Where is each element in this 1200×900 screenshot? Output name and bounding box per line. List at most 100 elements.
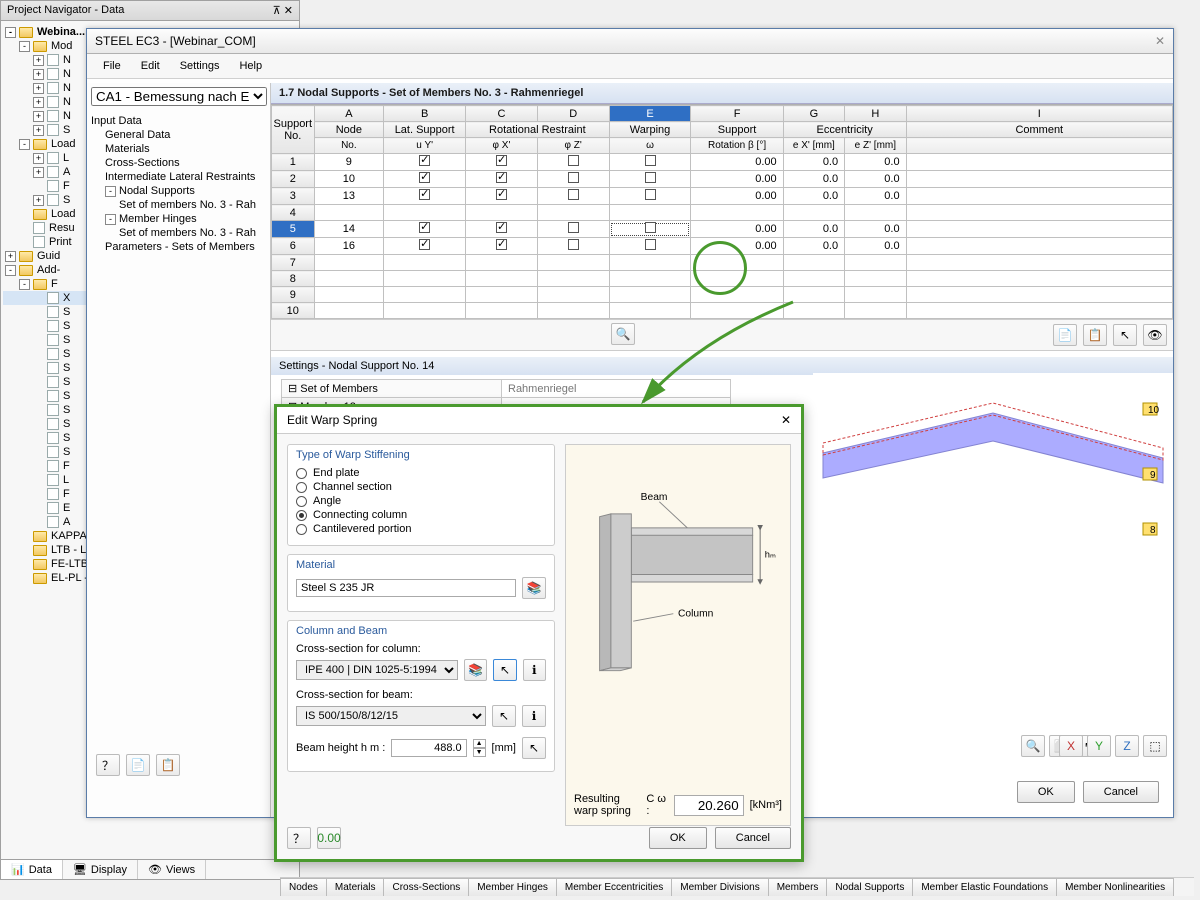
tab-data[interactable]: 📊 Data bbox=[1, 860, 63, 879]
tab-views[interactable]: 👁 Views bbox=[138, 860, 206, 879]
nodal-supports-grid[interactable]: SupportNo.ABCDEFGHINodeLat. SupportRotat… bbox=[271, 104, 1173, 319]
expand-icon[interactable]: - bbox=[105, 214, 116, 225]
checkbox[interactable] bbox=[496, 172, 507, 183]
tab-member-nonlinearities[interactable]: Member Nonlinearities bbox=[1056, 878, 1174, 896]
help-icon[interactable]: ？ bbox=[287, 827, 311, 849]
expand-icon[interactable]: - bbox=[19, 279, 30, 290]
view-z-icon[interactable]: Z bbox=[1115, 735, 1139, 757]
table-row[interactable]: 6160.000.00.0 bbox=[272, 238, 1173, 255]
table-row[interactable]: 4 bbox=[272, 205, 1173, 221]
close-icon[interactable]: ✕ bbox=[1155, 34, 1165, 48]
view-x-icon[interactable]: X bbox=[1059, 735, 1083, 757]
expand-icon[interactable]: + bbox=[33, 153, 44, 164]
tab-member-elastic-foundations[interactable]: Member Elastic Foundations bbox=[912, 878, 1057, 896]
menu-file[interactable]: File bbox=[95, 58, 129, 74]
expand-icon[interactable]: - bbox=[5, 265, 16, 276]
tab-member-eccentricities[interactable]: Member Eccentricities bbox=[556, 878, 672, 896]
radio-cantilevered-portion[interactable]: Cantilevered portion bbox=[296, 523, 546, 535]
tree-item[interactable]: Intermediate Lateral Restraints bbox=[89, 170, 268, 184]
expand-icon[interactable]: - bbox=[19, 139, 30, 150]
tree-item[interactable]: -Nodal Supports bbox=[89, 184, 268, 198]
pick-icon[interactable]: ↖ bbox=[493, 659, 516, 681]
table-row[interactable]: 8 bbox=[272, 271, 1173, 287]
input-data-tree[interactable]: Input DataGeneral DataMaterialsCross-Sec… bbox=[87, 110, 270, 258]
expand-icon[interactable]: + bbox=[33, 167, 44, 178]
radio-end-plate[interactable]: End plate bbox=[296, 467, 546, 479]
tab-member-divisions[interactable]: Member Divisions bbox=[671, 878, 768, 896]
checkbox[interactable] bbox=[645, 189, 656, 200]
beam-section-select[interactable]: IS 500/150/8/12/15 bbox=[296, 706, 486, 726]
menu-settings[interactable]: Settings bbox=[172, 58, 228, 74]
cancel-button[interactable]: Cancel bbox=[715, 827, 791, 849]
expand-icon[interactable]: + bbox=[33, 111, 44, 122]
pick-icon[interactable]: ↖ bbox=[492, 705, 516, 727]
spin-up-icon[interactable]: ▲ bbox=[473, 739, 486, 748]
checkbox[interactable] bbox=[645, 155, 656, 166]
tab-nodal-supports[interactable]: Nodal Supports bbox=[826, 878, 913, 896]
tree-item[interactable]: Parameters - Sets of Members bbox=[89, 240, 268, 254]
checkbox[interactable] bbox=[419, 155, 430, 166]
library-icon[interactable]: 📚 bbox=[464, 659, 487, 681]
expand-icon[interactable]: + bbox=[5, 251, 16, 262]
preview-3d[interactable]: 10 9 8 bbox=[813, 373, 1173, 763]
tb-icon[interactable]: 📋 bbox=[156, 754, 180, 776]
tree-item[interactable]: Materials bbox=[89, 142, 268, 156]
expand-icon[interactable]: + bbox=[33, 69, 44, 80]
checkbox[interactable] bbox=[645, 172, 656, 183]
expand-icon[interactable]: - bbox=[5, 27, 16, 38]
edit-details-button[interactable]: 🔍 bbox=[611, 323, 635, 345]
tb-icon[interactable]: 📄 bbox=[126, 754, 150, 776]
close-icon[interactable]: ✕ bbox=[781, 413, 791, 427]
tree-item[interactable]: Input Data bbox=[89, 114, 268, 128]
tab-member-hinges[interactable]: Member Hinges bbox=[468, 878, 557, 896]
close-icon[interactable]: ✕ bbox=[284, 5, 293, 17]
checkbox[interactable] bbox=[645, 222, 656, 233]
view-3d-icon[interactable]: ⬚ bbox=[1143, 735, 1167, 757]
radio-angle[interactable]: Angle bbox=[296, 495, 546, 507]
pick-icon[interactable]: ↖ bbox=[522, 737, 546, 759]
table-row[interactable]: 9 bbox=[272, 287, 1173, 303]
checkbox[interactable] bbox=[419, 222, 430, 233]
checkbox[interactable] bbox=[496, 189, 507, 200]
expand-icon[interactable]: + bbox=[33, 195, 44, 206]
checkbox[interactable] bbox=[568, 155, 579, 166]
info-icon[interactable]: ℹ bbox=[522, 705, 546, 727]
table-row[interactable]: 3130.000.00.0 bbox=[272, 188, 1173, 205]
view-y-icon[interactable]: Y bbox=[1087, 735, 1111, 757]
table-row[interactable]: 190.000.00.0 bbox=[272, 154, 1173, 171]
help-icon[interactable]: ？ bbox=[96, 754, 120, 776]
checkbox[interactable] bbox=[568, 172, 579, 183]
expand-icon[interactable]: - bbox=[19, 41, 30, 52]
units-icon[interactable]: 0.00 bbox=[317, 827, 341, 849]
checkbox[interactable] bbox=[568, 222, 579, 233]
column-section-select[interactable]: IPE 400 | DIN 1025-5:1994 bbox=[296, 660, 458, 680]
checkbox[interactable] bbox=[496, 155, 507, 166]
pick-icon[interactable]: ↖ bbox=[1113, 324, 1137, 346]
expand-icon[interactable]: + bbox=[33, 97, 44, 108]
expand-icon[interactable]: + bbox=[33, 55, 44, 66]
checkbox[interactable] bbox=[419, 189, 430, 200]
table-row[interactable]: 2100.000.00.0 bbox=[272, 171, 1173, 188]
tab-materials[interactable]: Materials bbox=[326, 878, 385, 896]
ok-button[interactable]: OK bbox=[649, 827, 707, 849]
eye-icon[interactable]: 👁 bbox=[1143, 324, 1167, 346]
checkbox[interactable] bbox=[568, 239, 579, 250]
expand-icon[interactable]: - bbox=[105, 186, 116, 197]
radio-connecting-column[interactable]: Connecting column bbox=[296, 509, 546, 521]
menu-help[interactable]: Help bbox=[231, 58, 270, 74]
tab-cross-sections[interactable]: Cross-Sections bbox=[383, 878, 469, 896]
radio-channel-section[interactable]: Channel section bbox=[296, 481, 546, 493]
tree-item[interactable]: General Data bbox=[89, 128, 268, 142]
tab-members[interactable]: Members bbox=[768, 878, 828, 896]
pin-icon[interactable]: ⊼ bbox=[273, 5, 281, 17]
zoom-icon[interactable]: 🔍 bbox=[1021, 735, 1045, 757]
case-dropdown[interactable]: CA1 - Bemessung nach Eurocod bbox=[91, 87, 267, 106]
checkbox[interactable] bbox=[419, 239, 430, 250]
menu-edit[interactable]: Edit bbox=[133, 58, 168, 74]
material-input[interactable] bbox=[296, 579, 516, 597]
tree-item[interactable]: Set of members No. 3 - Rah bbox=[89, 226, 268, 240]
checkbox[interactable] bbox=[419, 172, 430, 183]
tree-item[interactable]: Cross-Sections bbox=[89, 156, 268, 170]
expand-icon[interactable]: + bbox=[33, 83, 44, 94]
library-icon[interactable]: 📚 bbox=[522, 577, 546, 599]
